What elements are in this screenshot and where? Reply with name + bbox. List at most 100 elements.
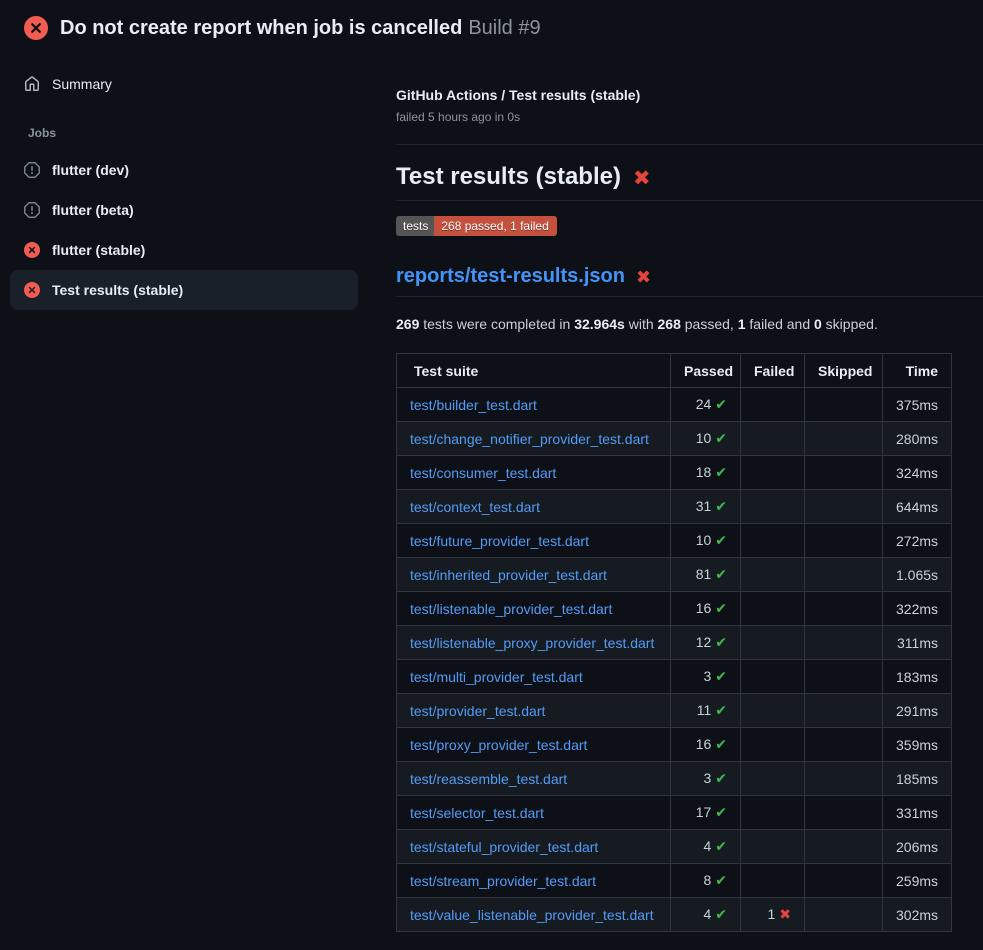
- passed-cell: 24✔: [671, 388, 741, 422]
- failed-cell: [741, 490, 805, 524]
- summary-segment: 32.964s: [574, 316, 625, 332]
- skipped-cell: [805, 660, 883, 694]
- test-suite-link[interactable]: test/consumer_test.dart: [410, 465, 556, 481]
- count-value: 18: [696, 464, 712, 480]
- build-number: Build #9: [468, 17, 540, 39]
- job-label: flutter (beta): [52, 202, 134, 218]
- table-row: test/multi_provider_test.dart 3✔ 183ms: [397, 660, 952, 694]
- table-row: test/inherited_provider_test.dart 81✔ 1.…: [397, 558, 952, 592]
- tests-badge: tests 268 passed, 1 failed: [396, 216, 557, 236]
- test-suite-link[interactable]: test/provider_test.dart: [410, 703, 545, 719]
- count-value: 10: [696, 532, 712, 548]
- sidebar: Summary Jobs flutter (dev) flutter (beta…: [0, 54, 372, 310]
- failed-cell: [741, 830, 805, 864]
- suite-cell: test/provider_test.dart: [397, 694, 671, 728]
- suite-cell: test/context_test.dart: [397, 490, 671, 524]
- passed-cell: 12✔: [671, 626, 741, 660]
- time-cell: 302ms: [883, 898, 952, 932]
- time-cell: 359ms: [883, 728, 952, 762]
- test-suite-link[interactable]: test/multi_provider_test.dart: [410, 669, 583, 685]
- failed-cell: [741, 388, 805, 422]
- count-value: 8: [703, 872, 711, 888]
- time-cell: 272ms: [883, 524, 952, 558]
- test-suite-link[interactable]: test/listenable_provider_test.dart: [410, 601, 612, 617]
- test-suite-link[interactable]: test/change_notifier_provider_test.dart: [410, 431, 649, 447]
- test-suite-link[interactable]: test/inherited_provider_test.dart: [410, 567, 607, 583]
- sidebar-job-item[interactable]: flutter (dev): [10, 150, 358, 190]
- failed-cell: 1✖: [741, 898, 805, 932]
- failed-cell: [741, 728, 805, 762]
- test-suite-link[interactable]: test/stream_provider_test.dart: [410, 873, 596, 889]
- check-icon: ✔: [715, 702, 727, 718]
- check-run-title: Test results (stable) ✖: [396, 162, 983, 201]
- passed-cell: 17✔: [671, 796, 741, 830]
- check-icon: ✔: [715, 498, 727, 514]
- time-cell: 322ms: [883, 592, 952, 626]
- badge-label: tests: [396, 216, 434, 236]
- check-icon: ✔: [715, 634, 727, 650]
- test-suite-link[interactable]: test/builder_test.dart: [410, 397, 537, 413]
- build-header: Do not create report when job is cancell…: [0, 0, 983, 54]
- job-list: flutter (dev) flutter (beta) flutter (st…: [10, 150, 358, 310]
- skipped-cell: [805, 830, 883, 864]
- time-cell: 280ms: [883, 422, 952, 456]
- main-content: GitHub Actions / Test results (stable) f…: [372, 54, 983, 932]
- table-row: test/builder_test.dart 24✔ 375ms: [397, 388, 952, 422]
- test-suite-link[interactable]: test/proxy_provider_test.dart: [410, 737, 587, 753]
- section-divider: [396, 144, 983, 145]
- x-icon: ✖: [779, 906, 791, 922]
- sidebar-job-item[interactable]: flutter (stable): [10, 230, 358, 270]
- table-row: test/proxy_provider_test.dart 16✔ 359ms: [397, 728, 952, 762]
- badge-value: 268 passed, 1 failed: [434, 216, 556, 236]
- test-suite-link[interactable]: test/context_test.dart: [410, 499, 540, 515]
- table-row: test/listenable_proxy_provider_test.dart…: [397, 626, 952, 660]
- suite-cell: test/listenable_proxy_provider_test.dart: [397, 626, 671, 660]
- suite-cell: test/selector_test.dart: [397, 796, 671, 830]
- failed-cell: [741, 592, 805, 626]
- count-value: 31: [696, 498, 712, 514]
- passed-cell: 18✔: [671, 456, 741, 490]
- check-icon: ✔: [715, 430, 727, 446]
- suite-cell: test/multi_provider_test.dart: [397, 660, 671, 694]
- stop-cancelled-icon: [24, 202, 40, 218]
- test-suite-link[interactable]: test/stateful_provider_test.dart: [410, 839, 598, 855]
- time-cell: 644ms: [883, 490, 952, 524]
- summary-segment: tests were completed in: [419, 316, 574, 332]
- job-label: Test results (stable): [52, 282, 183, 298]
- failed-cross-icon: ✖: [633, 168, 651, 189]
- sidebar-job-item[interactable]: flutter (beta): [10, 190, 358, 230]
- sidebar-item-summary[interactable]: Summary: [10, 64, 358, 104]
- test-suite-link[interactable]: test/selector_test.dart: [410, 805, 544, 821]
- home-icon: [24, 76, 40, 92]
- failed-cell: [741, 626, 805, 660]
- passed-cell: 31✔: [671, 490, 741, 524]
- count-value: 81: [696, 566, 712, 582]
- test-suite-link[interactable]: test/value_listenable_provider_test.dart: [410, 907, 654, 923]
- count-value: 16: [696, 600, 712, 616]
- check-run-title-text: Test results (stable): [396, 162, 621, 192]
- sidebar-job-item[interactable]: Test results (stable): [10, 270, 358, 310]
- failed-cell: [741, 762, 805, 796]
- report-file-link[interactable]: reports/test-results.json: [396, 263, 625, 289]
- passed-cell: 10✔: [671, 422, 741, 456]
- failed-cross-icon: ✖: [636, 268, 651, 286]
- count-value: 3: [703, 668, 711, 684]
- build-title-group: Do not create report when job is cancell…: [60, 15, 541, 41]
- test-suite-link[interactable]: test/reassemble_test.dart: [410, 771, 567, 787]
- build-title: Do not create report when job is cancell…: [60, 17, 462, 39]
- suite-cell: test/listenable_provider_test.dart: [397, 592, 671, 626]
- run-meta: failed 5 hours ago in 0s: [396, 110, 983, 124]
- table-row: test/stream_provider_test.dart 8✔ 259ms: [397, 864, 952, 898]
- check-icon: ✔: [715, 464, 727, 480]
- summary-segment: 1: [738, 316, 746, 332]
- table-row: test/context_test.dart 31✔ 644ms: [397, 490, 952, 524]
- table-row: test/listenable_provider_test.dart 16✔ 3…: [397, 592, 952, 626]
- time-cell: 331ms: [883, 796, 952, 830]
- skipped-cell: [805, 422, 883, 456]
- test-suite-link[interactable]: test/listenable_proxy_provider_test.dart: [410, 635, 654, 651]
- test-suite-link[interactable]: test/future_provider_test.dart: [410, 533, 589, 549]
- check-icon: ✔: [715, 600, 727, 616]
- column-header: Test suite: [397, 354, 671, 388]
- failed-cell: [741, 660, 805, 694]
- passed-cell: 8✔: [671, 864, 741, 898]
